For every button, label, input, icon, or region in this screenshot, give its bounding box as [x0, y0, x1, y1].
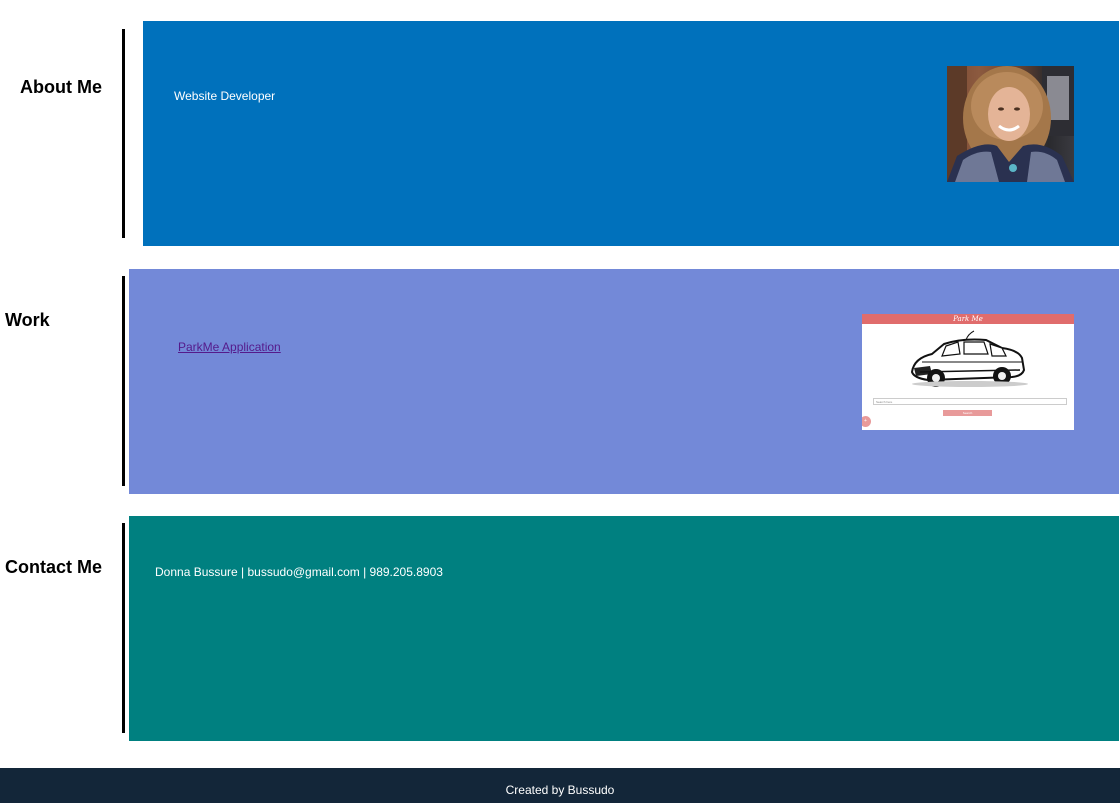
- thumb-search-button: Search: [943, 410, 992, 416]
- contact-text: Donna Bussure | bussudo@gmail.com | 989.…: [155, 565, 443, 579]
- about-text: Website Developer: [174, 89, 276, 103]
- thumb-search-input: Search here: [873, 398, 1067, 405]
- portrait-image: [947, 66, 1074, 182]
- parkme-application-link[interactable]: ParkMe Application: [178, 340, 281, 354]
- work-divider: [122, 276, 125, 486]
- footer-text: Created by Bussudo: [505, 783, 615, 797]
- work-panel: ParkMe Application Park Me Search here S…: [129, 269, 1119, 494]
- portrait-photo: [947, 66, 1074, 182]
- footer: Created by Bussudo: [0, 768, 1120, 803]
- contact-panel: Donna Bussure | bussudo@gmail.com | 989.…: [129, 516, 1119, 741]
- about-divider: [122, 29, 125, 238]
- about-heading: About Me: [20, 77, 102, 97]
- contact-heading: Contact Me: [5, 557, 103, 577]
- app-screenshot[interactable]: Park Me Search here Search +: [862, 314, 1074, 430]
- page: About Me Website Developer Work ParkMe A…: [0, 0, 1120, 803]
- work-heading: Work: [5, 310, 50, 330]
- about-panel: Website Developer: [143, 21, 1119, 246]
- contact-divider: [122, 523, 125, 733]
